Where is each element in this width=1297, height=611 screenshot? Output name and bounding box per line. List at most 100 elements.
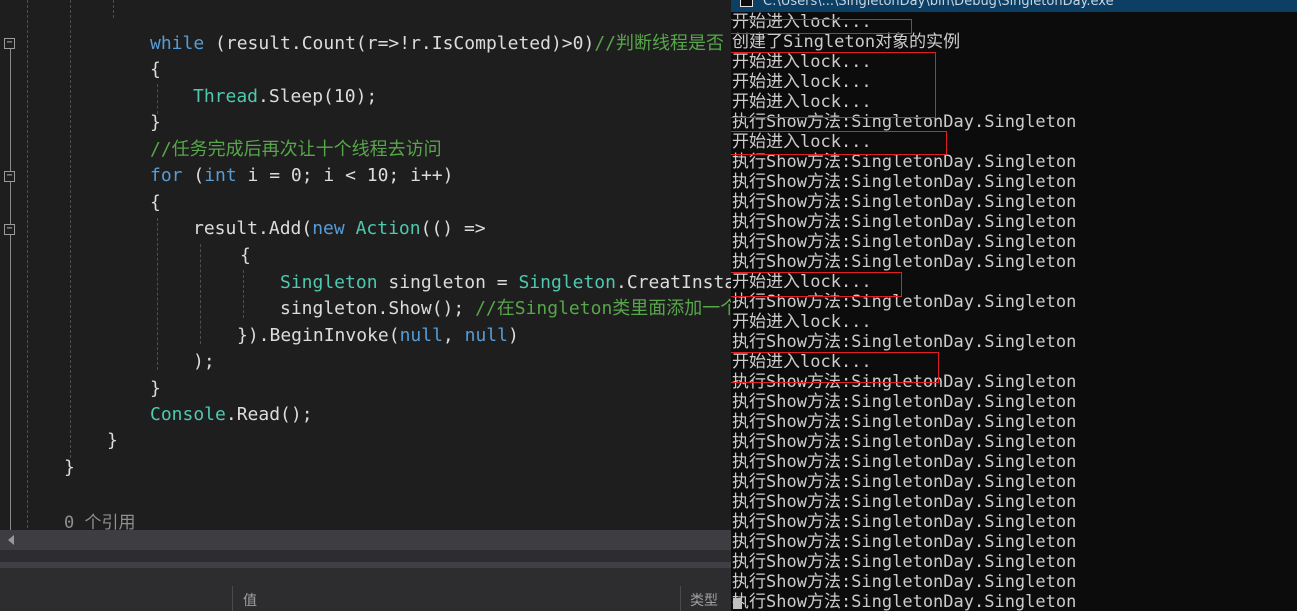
code-token: (() => <box>420 218 486 239</box>
code-token: Console <box>150 404 226 425</box>
code-editor[interactable]: − − − while (result.Count(r=>!r.IsComple… <box>0 0 731 530</box>
code-token: //任务完成后再次让十个线程去访问 <box>150 139 442 160</box>
code-line[interactable]: Singleton singleton = Singleton.CreatIns… <box>280 270 731 296</box>
console-line: 执行Show方法:SingletonDay.Singleton <box>732 512 1077 532</box>
column-separator[interactable] <box>232 586 233 611</box>
console-line: 执行Show方法:SingletonDay.Singleton <box>732 252 1077 272</box>
console-line: 创建了Singleton对象的实例 <box>732 32 961 52</box>
console-line: 执行Show方法:SingletonDay.Singleton <box>732 472 1077 492</box>
console-line: 执行Show方法:SingletonDay.Singleton <box>732 592 1077 611</box>
code-token: singleton.Show(); <box>280 298 476 319</box>
code-line[interactable]: { <box>150 57 161 83</box>
code-token: while <box>150 33 205 54</box>
code-line[interactable]: }).BeginInvoke(null, null) <box>237 323 519 349</box>
code-line[interactable]: Console.Read(); <box>150 402 313 428</box>
locals-panel: 值 类型 <box>0 550 731 611</box>
console-line: 执行Show方法:SingletonDay.Singleton <box>732 232 1077 252</box>
fold-line <box>10 49 11 171</box>
highlight-box <box>731 52 936 118</box>
code-token: result.Add( <box>193 218 313 239</box>
highlight-box <box>731 131 947 155</box>
code-token: new <box>312 218 345 239</box>
code-line[interactable]: } <box>64 455 75 481</box>
highlight-box <box>731 272 902 297</box>
console-window[interactable]: C:\Users\...\SingletonDay\bin\Debug\Sing… <box>731 0 1297 611</box>
console-line: 执行Show方法:SingletonDay.Singleton <box>732 192 1077 212</box>
code-line[interactable]: singleton.Show(); //在Singleton类里面添加一个 <box>280 296 731 322</box>
code-line[interactable]: Thread.Sleep(10); <box>193 84 377 110</box>
code-line[interactable]: while (result.Count(r=>!r.IsCompleted)>0… <box>150 31 724 57</box>
console-line: 执行Show方法:SingletonDay.Singleton <box>732 212 1077 232</box>
console-titlebar[interactable]: C:\Users\...\SingletonDay\bin\Debug\Sing… <box>731 0 1297 12</box>
code-token: //判断线程是否 <box>594 33 725 54</box>
panel-splitter[interactable] <box>0 562 731 568</box>
console-line: 执行Show方法:SingletonDay.Singleton <box>732 432 1077 452</box>
code-token: }).BeginInvoke( <box>237 325 400 346</box>
code-token: null <box>399 325 443 346</box>
indent-guide <box>27 0 28 528</box>
code-token: int <box>204 165 237 186</box>
console-title: C:\Users\...\SingletonDay\bin\Debug\Sing… <box>763 0 1114 9</box>
console-line: 执行Show方法:SingletonDay.Singleton <box>732 172 1077 192</box>
indent-guide <box>243 270 244 318</box>
code-token: Action <box>355 218 421 239</box>
code-token: Thread <box>193 86 259 107</box>
code-line[interactable]: } <box>107 428 118 454</box>
code-token: (result.Count(r=>!r.IsCompleted)>0) <box>204 33 595 54</box>
collapse-toggle-icon[interactable]: − <box>4 224 15 235</box>
code-line[interactable]: for (int i = 0; i < 10; i++) <box>150 163 453 189</box>
code-line[interactable]: ); <box>193 349 215 375</box>
console-line: 执行Show方法:SingletonDay.Singleton <box>732 392 1077 412</box>
code-token: { <box>240 245 251 266</box>
code-token: .Read(); <box>225 404 313 425</box>
column-header-value[interactable]: 值 <box>243 590 257 610</box>
code-token: { <box>150 192 161 213</box>
code-token: Singleton <box>518 272 616 293</box>
fold-line <box>10 235 11 530</box>
console-line: 执行Show方法:SingletonDay.Singleton <box>732 552 1077 572</box>
console-line: 执行Show方法:SingletonDay.Singleton <box>732 492 1077 512</box>
codelens-references[interactable]: 0 个引用 <box>64 508 135 530</box>
console-line: 开始进入lock... <box>732 312 872 332</box>
collapse-toggle-icon[interactable]: − <box>4 171 15 182</box>
code-token: //在Singleton类里面添加一个 <box>475 298 731 319</box>
code-token: Singleton <box>280 272 378 293</box>
horizontal-scrollbar[interactable] <box>0 530 731 550</box>
code-token: .Sleep(10); <box>258 86 378 107</box>
indent-guide <box>113 0 114 18</box>
console-line: 执行Show方法:SingletonDay.Singleton <box>732 452 1077 472</box>
fold-line <box>10 182 11 224</box>
console-line: 执行Show方法:SingletonDay.Singleton <box>732 412 1077 432</box>
code-line[interactable]: { <box>240 243 251 269</box>
editor-gutter: − − − <box>0 0 24 530</box>
code-line[interactable]: //任务完成后再次让十个线程去访问 <box>150 137 442 163</box>
code-token: } <box>64 457 75 478</box>
highlight-box <box>731 19 912 34</box>
code-token: ) <box>507 325 519 346</box>
code-token: null <box>464 325 508 346</box>
code-token: singleton = <box>377 272 519 293</box>
code-line[interactable]: } <box>150 110 161 136</box>
scroll-left-icon[interactable] <box>8 535 14 545</box>
code-token: .CreatInstance(); <box>615 272 731 293</box>
code-token: , <box>442 325 465 346</box>
code-token: ); <box>193 351 215 372</box>
code-token: } <box>150 378 161 399</box>
code-line[interactable]: { <box>150 190 161 216</box>
collapse-toggle-icon[interactable]: − <box>4 38 15 49</box>
console-app-icon <box>740 0 753 7</box>
code-token: { <box>150 59 161 80</box>
column-separator[interactable] <box>680 586 681 611</box>
indent-guide <box>157 218 158 370</box>
code-token: for <box>150 165 183 186</box>
code-token: ( <box>182 165 205 186</box>
indent-guide <box>70 0 71 458</box>
column-header-type[interactable]: 类型 <box>690 590 718 610</box>
code-line[interactable]: result.Add(new Action(() => <box>193 216 486 242</box>
console-line: 执行Show方法:SingletonDay.Singleton <box>732 532 1077 552</box>
code-token: i = 0; i < 10; i++) <box>236 165 454 186</box>
code-line[interactable]: } <box>150 376 161 402</box>
console-line: 执行Show方法:SingletonDay.Singleton <box>732 152 1077 172</box>
indent-guide <box>200 244 201 344</box>
